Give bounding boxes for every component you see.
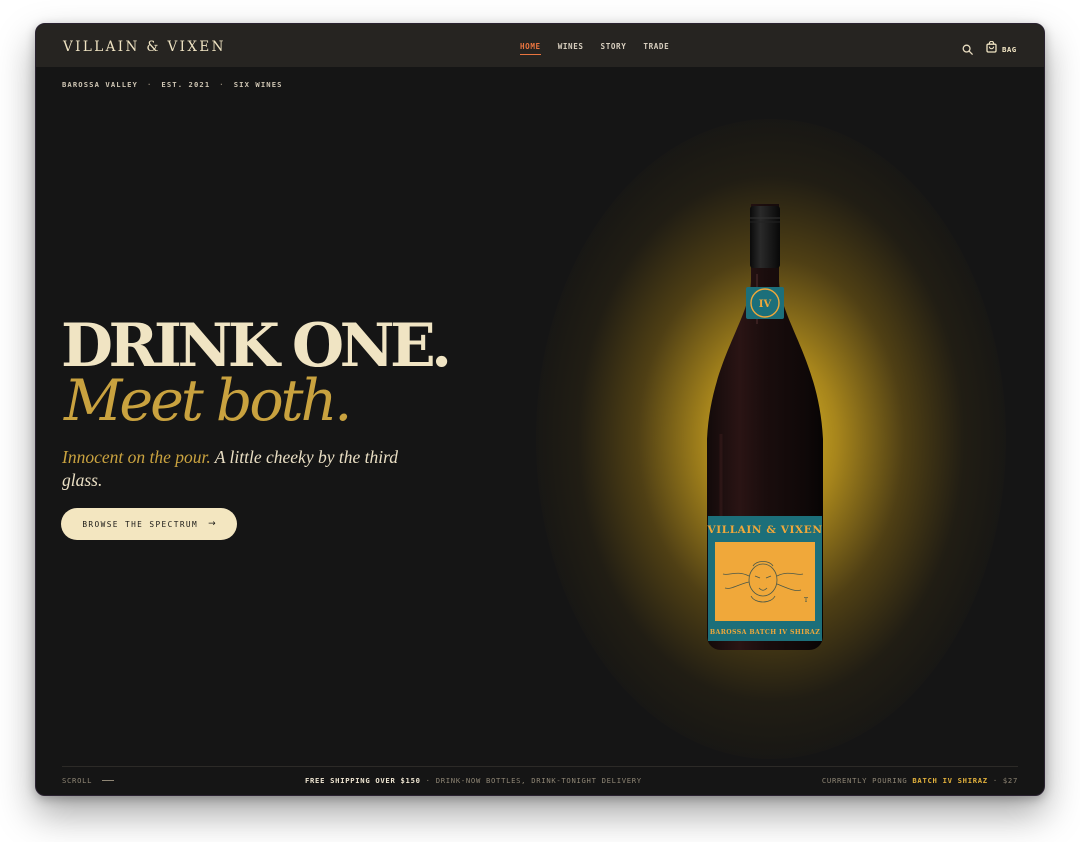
shipping-detail: · DRINK-NOW BOTTLES, DRINK-TONIGHT DELIV… [420, 776, 642, 785]
bag-button[interactable]: BAG [986, 40, 1017, 58]
search-icon[interactable] [962, 42, 973, 55]
meta-region: BAROSSA VALLEY [62, 80, 138, 89]
bottle-label-product: BAROSSA BATCH IV SHIRAZ [710, 629, 820, 636]
hero-headline-line1: DRINK ONE. [61, 311, 452, 381]
meta-established: EST. 2021 [161, 80, 211, 89]
bag-icon [986, 40, 997, 58]
scroll-label: SCROLL [62, 776, 93, 785]
meta-separator: · [146, 80, 153, 89]
footer-strip: SCROLL FREE SHIPPING OVER $150 · DRINK-N… [62, 776, 1018, 788]
currently-pouring: CURRENTLY POURING BATCH IV SHIRAZ · $27 [822, 776, 1018, 785]
hero-headline-line2: Meet both. [64, 368, 352, 434]
main-nav: HOME WINES STORY TRADE [520, 42, 686, 55]
hero-tagline: Innocent on the pour. A little cheeky by… [62, 446, 402, 492]
wine-bottle-image: IV VILLAIN & VIXEN T BAROSSA BATCH IV SH… [699, 204, 831, 650]
pouring-price: · $27 [987, 776, 1018, 785]
nav-home[interactable]: HOME [520, 42, 541, 55]
pouring-prefix: CURRENTLY POURING [821, 776, 913, 785]
meta-line: BAROSSA VALLEY · EST. 2021 · SIX WINES [62, 80, 283, 89]
footer-divider [62, 766, 1018, 767]
neck-label-mark: IV [759, 299, 772, 310]
nav-story[interactable]: STORY [601, 42, 627, 51]
tagline-accent: Innocent on the pour. [62, 447, 211, 467]
brand-logo[interactable]: VILLAIN & VIXEN [63, 39, 226, 55]
meta-separator: · [219, 80, 225, 89]
pouring-wine-link[interactable]: BATCH IV SHIRAZ [912, 776, 987, 785]
scroll-indicator[interactable]: SCROLL [62, 776, 115, 785]
browse-spectrum-button[interactable]: BROWSE THE SPECTRUM → [61, 508, 237, 540]
cta-label: BROWSE THE SPECTRUM [82, 519, 199, 529]
scroll-line [102, 780, 115, 781]
top-nav-bar: VILLAIN & VIXEN HOME WINES STORY TRADE B… [36, 24, 1044, 67]
nav-wines[interactable]: WINES [558, 42, 584, 51]
arrow-right-icon: → [208, 519, 216, 529]
bottle-label-brand: VILLAIN & VIXEN [706, 524, 822, 536]
svg-text:T: T [804, 597, 808, 604]
nav-trade[interactable]: TRADE [643, 42, 669, 51]
meta-wine-count: SIX WINES [233, 80, 283, 89]
browser-window: VILLAIN & VIXEN HOME WINES STORY TRADE B… [35, 23, 1045, 796]
shipping-highlight: FREE SHIPPING OVER $150 [305, 776, 421, 785]
bag-label: BAG [1002, 44, 1017, 54]
shipping-notice: FREE SHIPPING OVER $150 · DRINK-NOW BOTT… [305, 776, 642, 785]
